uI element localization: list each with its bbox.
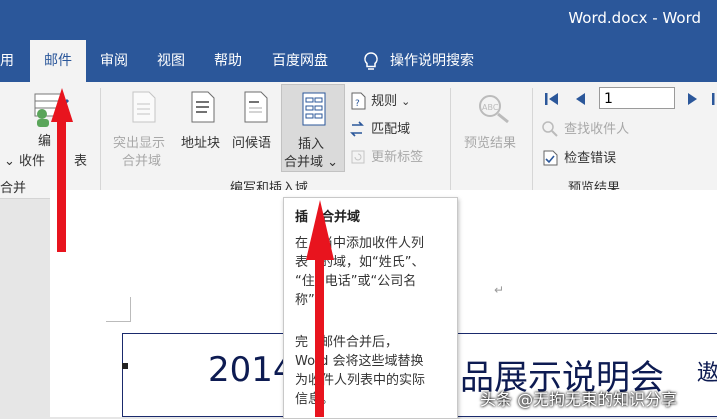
preview-results-button[interactable]: 预览结果	[464, 132, 516, 151]
tab-label: 帮助	[214, 53, 242, 69]
edit-recipients-label-line2b: 表	[74, 154, 88, 169]
insert-field-text: 合并域	[284, 155, 324, 170]
match-fields-button[interactable]: 匹配域	[350, 118, 410, 138]
red-arrow-mailings-tab	[51, 88, 73, 252]
tab-label: 百度网盘	[272, 53, 328, 69]
check-errors-label: 检查错误	[564, 151, 617, 166]
tab-label: 视图	[157, 53, 185, 69]
group-separator	[450, 88, 451, 192]
rules-button[interactable]: ? 规则 ⌄	[350, 90, 410, 110]
edit-recipients-text: 收件	[19, 154, 46, 169]
update-labels-label: 更新标签	[371, 150, 424, 165]
rules-icon: ?	[351, 92, 366, 109]
match-fields-label: 匹配域	[371, 122, 411, 137]
tab-label: 审阅	[100, 53, 128, 69]
tab-label: 邮件	[44, 53, 72, 69]
first-record-icon[interactable]	[543, 90, 561, 108]
highlight-fields-line1[interactable]: 突出显示	[113, 132, 165, 151]
svg-text:ABC: ABC	[482, 103, 499, 112]
record-number-input[interactable]: 1	[599, 87, 675, 109]
tab-help[interactable]: 帮助	[214, 40, 242, 82]
insert-field-line1: 插入	[298, 137, 325, 152]
window-title: Word.docx - Word	[568, 9, 701, 27]
document-heading-left: 2014	[208, 350, 295, 390]
lightbulb-icon	[364, 52, 378, 70]
tab-label: 操作说明搜索	[390, 53, 474, 69]
tip-text: 当中添加收件人列	[320, 236, 425, 251]
document-heading-edge: 遨	[697, 361, 717, 386]
greeting-line-button[interactable]: 问候语	[232, 132, 271, 151]
watermark-text: 头条 @无拘无束的知识分享	[480, 390, 678, 409]
tab-mailings[interactable]: 邮件	[30, 40, 86, 82]
tip-text: 的域，如“姓氏”、	[320, 255, 425, 270]
update-labels-button[interactable]: 更新标签	[350, 146, 423, 166]
previous-record-icon[interactable]	[573, 90, 587, 108]
check-errors-icon	[543, 150, 558, 165]
preview-results-icon: ABC	[479, 95, 509, 124]
insert-field-line2: 合并域 ⌄	[284, 155, 339, 170]
rules-label: 规则	[371, 94, 398, 109]
next-record-icon[interactable]	[686, 90, 700, 108]
group-separator	[100, 88, 101, 192]
insert-merge-field-button[interactable]: 插入 合并域 ⌄	[281, 84, 345, 172]
edit-recipients-label-line2[interactable]: ⌄ 收件	[4, 150, 45, 169]
highlight-merge-fields-icon	[132, 91, 156, 123]
tab-review[interactable]: 审阅	[100, 40, 128, 82]
tab-baidu-netdisk[interactable]: 百度网盘	[272, 40, 328, 82]
tell-me-search[interactable]: 操作说明搜索	[362, 40, 474, 82]
find-recipient-button[interactable]: 查找收件人	[541, 118, 629, 138]
page-margin-mark	[106, 297, 131, 322]
paragraph-mark: ↵	[494, 283, 505, 297]
tab-format[interactable]: 用	[0, 40, 20, 82]
highlight-fields-line2[interactable]: 合并域	[122, 150, 161, 169]
ribbon-tabs: 用 邮件 审阅 视图 帮助 百度网盘 操作说明搜索	[0, 40, 717, 82]
rules-dropdown-chevron: ⌄	[401, 95, 411, 108]
address-block-icon	[191, 91, 215, 123]
start-mail-merge-group-label: 合并	[0, 181, 27, 196]
group-separator	[532, 88, 533, 192]
textbox-handle[interactable]	[122, 363, 128, 369]
tab-view[interactable]: 视图	[157, 40, 185, 82]
title-bar: Word.docx - Word	[0, 0, 717, 40]
last-record-icon[interactable]	[708, 90, 717, 108]
update-labels-icon	[351, 150, 365, 163]
tip-text: 电话”或“公司名	[324, 274, 417, 289]
find-recipient-icon	[542, 120, 558, 137]
red-arrow-insert-field	[306, 200, 334, 417]
address-block-button[interactable]: 地址块	[181, 132, 220, 151]
svg-text:?: ?	[355, 99, 360, 109]
greeting-line-icon	[244, 91, 268, 123]
check-errors-button[interactable]: 检查错误	[541, 147, 616, 167]
tab-label: 用	[0, 53, 14, 69]
find-recipient-label: 查找收件人	[564, 122, 630, 137]
match-fields-icon	[350, 120, 364, 137]
insert-merge-field-icon	[302, 92, 326, 126]
